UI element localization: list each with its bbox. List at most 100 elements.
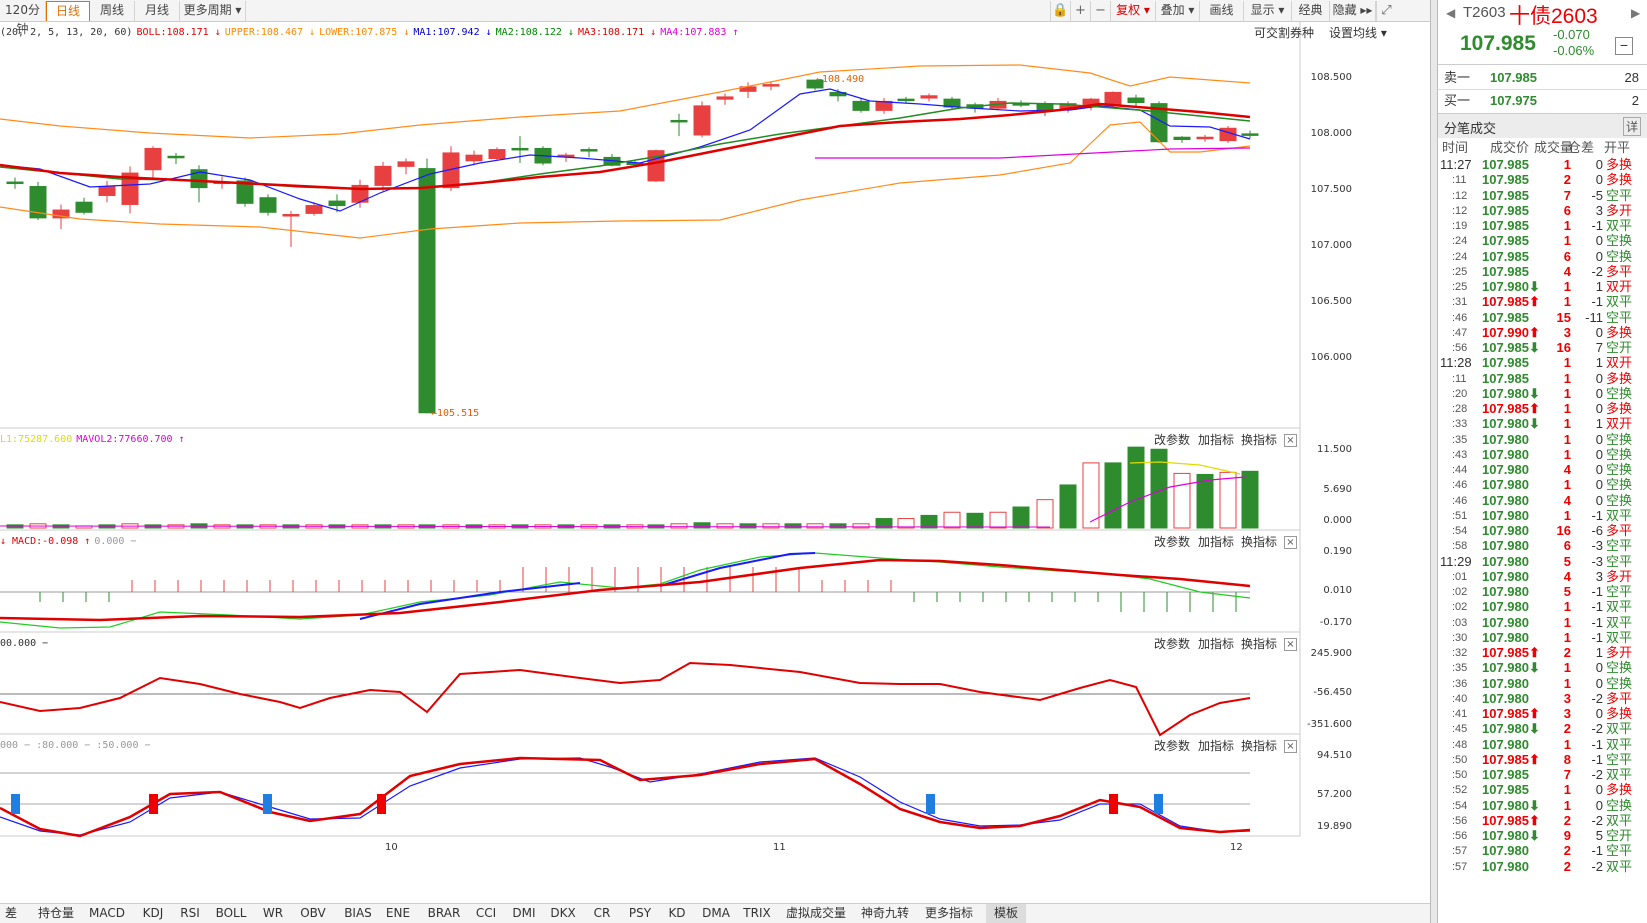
candle-body (305, 205, 323, 214)
tab-13[interactable]: DKX (544, 904, 582, 923)
tick-price: 107.980 (1482, 446, 1529, 462)
switch-indicator-button[interactable]: 换指标 (1241, 636, 1277, 652)
add-indicator-button[interactable]: 加指标 (1198, 432, 1234, 448)
change-params-button[interactable]: 改参数 (1154, 432, 1190, 448)
tick-price: 107.985⬆ (1482, 294, 1540, 310)
tab-8[interactable]: BIAS (336, 904, 380, 923)
signal-marker (149, 794, 158, 814)
hide-button[interactable]: 隐藏 ▸▸ (1330, 1, 1376, 21)
display-dropdown[interactable]: 显示 ▾ (1244, 1, 1292, 21)
tick-volume: 1 (1563, 782, 1571, 798)
candle-body (920, 95, 938, 99)
change-params-button[interactable]: 改参数 (1154, 636, 1190, 652)
change-params-button[interactable]: 改参数 (1154, 738, 1190, 754)
zoom-in-icon[interactable]: + (1070, 1, 1090, 21)
tick-volume: 4 (1563, 568, 1571, 584)
period-daily[interactable]: 日线 (46, 1, 90, 21)
candle-body (1196, 136, 1214, 140)
tick-row: :20 107.980⬇ 1 0 空换 (1438, 386, 1647, 402)
lock-icon[interactable]: 🔒 (1050, 1, 1070, 21)
tick-type: 双开 (1606, 279, 1633, 294)
tick-row: :44 107.980 4 0 空换 (1438, 462, 1647, 478)
tick-type: 空开 (1606, 828, 1633, 843)
tab-9[interactable]: ENE (378, 904, 418, 923)
legend-item: MA2:108.122 ↓ (495, 27, 574, 38)
y-axis-tick: -0.170 (1319, 617, 1352, 628)
tick-time: :57 (1452, 860, 1468, 873)
tab-18[interactable]: TRIX (738, 904, 776, 923)
tick-oi-change: -2 (1591, 858, 1603, 874)
tab-14[interactable]: CR (584, 904, 620, 923)
tab-11[interactable]: CCI (468, 904, 504, 923)
add-indicator-button[interactable]: 加指标 (1198, 534, 1234, 550)
collapse-icon[interactable]: − (1615, 37, 1633, 55)
switch-indicator-button[interactable]: 换指标 (1241, 738, 1277, 754)
tab-22[interactable]: 模板 (986, 904, 1026, 923)
tick-price: 107.985 (1482, 157, 1529, 172)
period-120min[interactable]: 120分钟 (0, 1, 46, 36)
indicator-params: (20, 2, 5, 13, 20, 60) (0, 27, 133, 38)
tab-4[interactable]: RSI (172, 904, 208, 923)
prev-contract-icon[interactable]: ◀ (1446, 6, 1455, 20)
tab-7[interactable]: OBV (292, 904, 334, 923)
switch-indicator-button[interactable]: 换指标 (1241, 534, 1277, 550)
tab-19[interactable]: 虚拟成交量 (780, 904, 852, 923)
tab-2[interactable]: MACD (82, 904, 132, 923)
y-axis-tick: -56.450 (1313, 687, 1352, 698)
tick-volume: 4 (1563, 263, 1571, 279)
tick-type: 空平 (1606, 309, 1633, 325)
quote-panel: ◀ T2603 十债2603 ▶ 107.985 -0.070 -0.06% −… (1438, 0, 1647, 923)
candle-body (282, 214, 300, 217)
tab-1[interactable]: 持仓量 (30, 904, 82, 923)
tab-16[interactable]: KD (660, 904, 694, 923)
adjust-dropdown[interactable]: 复权 ▾ (1110, 1, 1156, 21)
x-axis-tick: 11 (773, 842, 786, 853)
tab-12[interactable]: DMI (506, 904, 542, 923)
zoom-out-icon[interactable]: − (1090, 1, 1110, 21)
tick-price: 107.985 (1482, 370, 1529, 386)
classic-button[interactable]: 经典 (1292, 1, 1330, 21)
next-contract-icon[interactable]: ▶ (1631, 6, 1640, 20)
col-oi-change: 仓差 (1568, 140, 1595, 155)
tab-15[interactable]: PSY (622, 904, 658, 923)
change-params-button[interactable]: 改参数 (1154, 534, 1190, 550)
tick-time: :56 (1452, 814, 1468, 827)
tab-21[interactable]: 更多指标 (918, 904, 980, 923)
candle-body (1173, 136, 1191, 140)
switch-indicator-button[interactable]: 换指标 (1241, 432, 1277, 448)
tab-17[interactable]: DMA (696, 904, 736, 923)
tick-volume: 4 (1563, 492, 1571, 508)
tick-volume: 2 (1563, 172, 1571, 188)
add-indicator-button[interactable]: 加指标 (1198, 636, 1234, 652)
tab-5[interactable]: BOLL (208, 904, 254, 923)
tab-6[interactable]: WR (256, 904, 290, 923)
chart-area[interactable]: ←108.490 ←105.515 (20, 2, 5, 13, 20, 60) B… (0, 22, 1430, 902)
add-indicator-button[interactable]: 加指标 (1198, 738, 1234, 754)
period-weekly[interactable]: 周线 (90, 1, 135, 21)
tick-price: 107.980⬇ (1482, 660, 1540, 676)
tick-row: :52 107.985 1 0 多换 (1438, 782, 1647, 798)
more-periods-dropdown[interactable]: 更多周期 ▾ (180, 1, 246, 21)
buy1-price: 107.975 (1490, 93, 1537, 108)
main-indicator-legend: (20, 2, 5, 13, 20, 60) BOLL:108.171 ↓ UPPE… (0, 25, 747, 41)
legend-item: L1:75287.600 (0, 434, 73, 445)
tick-oi-change: -2 (1591, 812, 1603, 828)
tab-3[interactable]: KDJ (132, 904, 174, 923)
kline-chart[interactable]: ←108.490 ←105.515 (0, 22, 1430, 902)
set-ma-dropdown[interactable]: 设置均线 ▾ (1329, 25, 1387, 41)
tick-time: :25 (1452, 265, 1468, 278)
period-monthly[interactable]: 月线 (135, 1, 180, 21)
tick-row: :12 107.985 6 3 多开 (1438, 203, 1647, 219)
tab-0[interactable]: 差 (0, 904, 22, 923)
deliverable-bonds-button[interactable]: 可交割券种 (1254, 25, 1314, 41)
panel-divider[interactable] (1430, 0, 1438, 923)
tab-20[interactable]: 神奇九转 (854, 904, 916, 923)
ticks-list[interactable]: 11:27 107.985 1 0 多换:11 107.985 2 0 多换:12 107.985… (1438, 157, 1647, 923)
detail-button[interactable]: 详 (1622, 117, 1641, 136)
fullscreen-icon[interactable]: ⤢ (1376, 1, 1396, 21)
signal-marker (1154, 794, 1163, 814)
tick-type: 空换 (1606, 385, 1633, 401)
overlay-dropdown[interactable]: 叠加 ▾ (1156, 1, 1200, 21)
tab-10[interactable]: BRAR (420, 904, 468, 923)
draw-line-button[interactable]: 画线 (1200, 1, 1244, 21)
